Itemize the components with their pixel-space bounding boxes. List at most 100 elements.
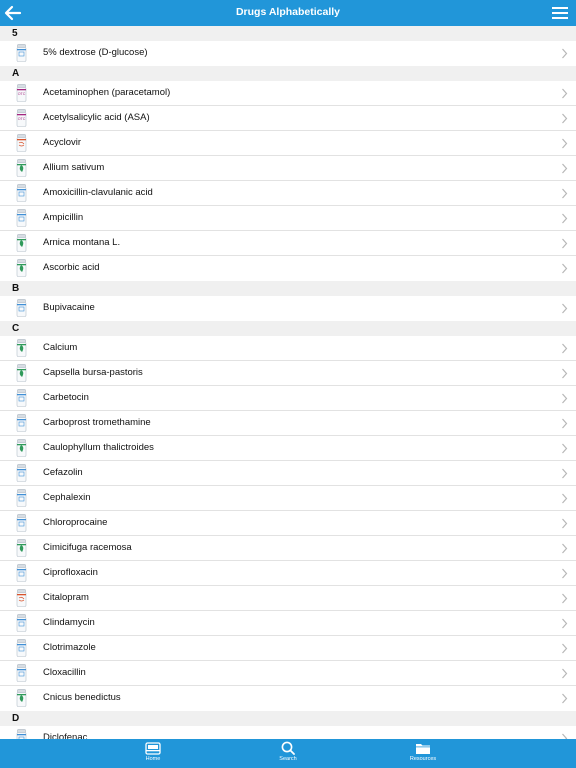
bottle-blue-icon (16, 664, 27, 682)
drug-list-item[interactable]: Ciprofloxacin (0, 561, 576, 586)
bottle-blue-icon (16, 414, 27, 432)
drug-name: Acyclovir (43, 137, 82, 148)
bottle-purple-otc-icon: OTC (16, 84, 27, 102)
drug-name: Acetylsalicylic acid (ASA) (43, 112, 150, 123)
drug-list-item[interactable]: Clindamycin (0, 611, 576, 636)
chevron-right-icon (562, 368, 568, 379)
bottle-green-leaf-icon (16, 364, 27, 382)
drug-list-item[interactable]: Allium sativum (0, 156, 576, 181)
bottle-blue-icon (16, 729, 27, 739)
drug-list-item[interactable]: Citalopram (0, 586, 576, 611)
tab-resources-label: Resources (409, 756, 437, 762)
drug-list-item[interactable]: 5% dextrose (D-glucose) (0, 41, 576, 66)
bottle-green-leaf-icon (16, 339, 27, 357)
drug-list-item[interactable]: Acyclovir (0, 131, 576, 156)
bottle-blue-icon (16, 209, 27, 227)
drug-name: Diclofenac (43, 732, 88, 739)
bottle-blue-icon (16, 489, 27, 507)
drug-name: Carboprost tromethamine (43, 417, 151, 428)
section-header: 5 (0, 26, 576, 41)
tab-resources[interactable]: Resources (393, 741, 453, 762)
tab-search[interactable]: Search (258, 741, 318, 762)
drug-list-item[interactable]: Cefazolin (0, 461, 576, 486)
drug-list-item[interactable]: Cephalexin (0, 486, 576, 511)
chevron-right-icon (562, 568, 568, 579)
drug-list-item[interactable]: OTC Acetylsalicylic acid (ASA) (0, 106, 576, 131)
bottle-blue-icon (16, 564, 27, 582)
drug-name: Carbetocin (43, 392, 89, 403)
bottle-blue-icon (16, 184, 27, 202)
drug-name: Cephalexin (43, 492, 91, 503)
chevron-right-icon (562, 113, 568, 124)
drug-list[interactable]: 5 5% dextrose (D-glucose) A OTC Acetaminophe… (0, 26, 576, 739)
drug-name: Calcium (43, 342, 78, 353)
chevron-right-icon (562, 443, 568, 454)
drug-name: Capsella bursa-pastoris (43, 367, 143, 378)
drug-list-item[interactable]: Cloxacillin (0, 661, 576, 686)
drug-list-item[interactable]: Arnica montana L. (0, 231, 576, 256)
chevron-right-icon (562, 593, 568, 604)
drug-name: Allium sativum (43, 162, 105, 173)
drug-name: Caulophyllum thalictroides (43, 442, 154, 453)
drug-list-item[interactable]: Clotrimazole (0, 636, 576, 661)
chevron-right-icon (562, 263, 568, 274)
bottle-orange-icon (16, 134, 27, 152)
bottle-blue-icon (16, 389, 27, 407)
page-title: Drugs Alphabetically (235, 6, 341, 18)
drug-name: 5% dextrose (D-glucose) (43, 47, 148, 58)
drug-list-item[interactable]: Capsella bursa-pastoris (0, 361, 576, 386)
drug-list-item[interactable]: Chloroprocaine (0, 511, 576, 536)
drug-list-item[interactable]: Calcium (0, 336, 576, 361)
chevron-right-icon (562, 418, 568, 429)
drug-list-item[interactable]: Ascorbic acid (0, 256, 576, 281)
tab-home[interactable]: Home (123, 741, 183, 762)
bottle-blue-icon (16, 614, 27, 632)
top-bar: Drugs Alphabetically (0, 0, 576, 26)
drug-list-item[interactable]: Carbetocin (0, 386, 576, 411)
bottle-green-leaf-icon (16, 689, 27, 707)
svg-text:OTC: OTC (18, 117, 26, 121)
bottle-blue-icon (16, 639, 27, 657)
chevron-right-icon (562, 48, 568, 59)
section-header: D (0, 711, 576, 726)
drug-list-item[interactable]: Carboprost tromethamine (0, 411, 576, 436)
drug-name: Ciprofloxacin (43, 567, 98, 578)
bottle-orange-icon (16, 589, 27, 607)
section-header: C (0, 321, 576, 336)
drug-list-item[interactable]: Cnicus benedictus (0, 686, 576, 711)
chevron-right-icon (562, 468, 568, 479)
tab-home-label: Home (145, 756, 161, 762)
drug-name: Ampicillin (43, 212, 84, 223)
drug-list-item[interactable]: Bupivacaine (0, 296, 576, 321)
drug-list-item[interactable]: Ampicillin (0, 206, 576, 231)
menu-icon[interactable] (550, 3, 570, 23)
search-icon (281, 741, 295, 755)
chevron-right-icon (562, 188, 568, 199)
section-header: B (0, 281, 576, 296)
svg-text:OTC: OTC (18, 92, 26, 96)
bottle-green-leaf-icon (16, 259, 27, 277)
bottle-green-leaf-icon (16, 234, 27, 252)
drug-list-item[interactable]: Caulophyllum thalictroides (0, 436, 576, 461)
drug-name: Acetaminophen (paracetamol) (43, 87, 171, 98)
drug-list-item[interactable]: Diclofenac (0, 726, 576, 739)
drug-name: Clotrimazole (43, 642, 96, 653)
bottle-green-leaf-icon (16, 539, 27, 557)
chevron-right-icon (562, 343, 568, 354)
chevron-right-icon (562, 163, 568, 174)
tab-bar: Home Search Resources (0, 739, 576, 768)
chevron-right-icon (562, 618, 568, 629)
drug-name: Cnicus benedictus (43, 692, 121, 703)
bottle-green-leaf-icon (16, 439, 27, 457)
chevron-right-icon (562, 238, 568, 249)
drug-list-item[interactable]: Amoxicillin-clavulanic acid (0, 181, 576, 206)
drug-list-item[interactable]: OTC Acetaminophen (paracetamol) (0, 81, 576, 106)
chevron-right-icon (562, 303, 568, 314)
chevron-right-icon (562, 393, 568, 404)
drug-name: Arnica montana L. (43, 237, 121, 248)
drug-list-item[interactable]: Cimicifuga racemosa (0, 536, 576, 561)
chevron-right-icon (562, 543, 568, 554)
drug-name: Ascorbic acid (43, 262, 100, 273)
home-icon (145, 742, 161, 755)
drug-name: Clindamycin (43, 617, 95, 628)
